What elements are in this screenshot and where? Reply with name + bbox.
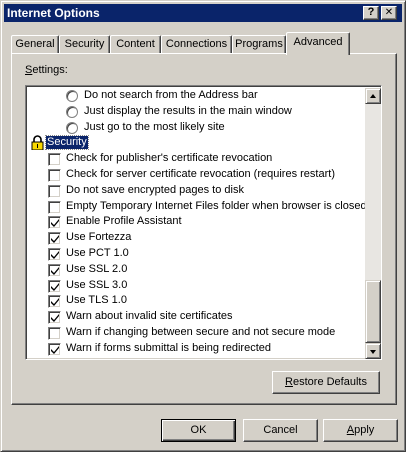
option-label: Empty Temporary Internet Files folder wh… (66, 199, 367, 212)
tab-advanced-label: Advanced (293, 36, 343, 48)
tab-strip: General Security Content Connections Pro… (11, 32, 401, 55)
settings-row[interactable]: Just display the results in the main win… (28, 104, 364, 120)
option-label: Check for publisher's certificate revoca… (66, 152, 273, 165)
settings-row[interactable]: Enable Profile Assistant (28, 214, 364, 230)
option-label: Just display the results in the main win… (84, 104, 292, 117)
option-checkbox[interactable] (48, 216, 61, 230)
arrow-up-icon (370, 94, 376, 98)
option-label: Check for server certificate revocation … (66, 167, 335, 180)
tab-content[interactable]: Content (110, 35, 161, 54)
option-label: Enable Profile Assistant (66, 215, 182, 228)
option-checkbox[interactable] (48, 153, 61, 167)
tab-general[interactable]: General (11, 35, 59, 54)
cancel-button[interactable]: Cancel (243, 419, 318, 442)
close-icon: ✕ (384, 7, 394, 18)
option-label: Warn if changing between secure and not … (66, 325, 336, 338)
tab-general-label: General (15, 38, 55, 50)
checkmark-icon (51, 266, 59, 275)
option-label: Use SSL 2.0 (66, 262, 128, 275)
checkmark-icon (51, 282, 59, 291)
settings-row[interactable]: Warn if forms submittal is being redirec… (28, 341, 364, 357)
ok-button[interactable]: OK (161, 419, 236, 442)
settings-row[interactable]: Warn if changing between secure and not … (28, 325, 364, 341)
tab-security-label: Security (64, 38, 105, 50)
tab-advanced[interactable]: Advanced (286, 32, 350, 55)
checkmark-icon (51, 345, 59, 354)
vertical-scrollbar[interactable] (365, 88, 381, 359)
option-radio[interactable] (66, 121, 78, 134)
apply-button[interactable]: Apply (323, 419, 398, 442)
scroll-down-button[interactable] (365, 343, 381, 359)
option-checkbox[interactable] (48, 232, 61, 246)
help-button[interactable]: ? (363, 6, 379, 20)
settings-row[interactable]: Just go to the most likely site (28, 120, 364, 136)
settings-row[interactable]: Empty Temporary Internet Files folder wh… (28, 199, 367, 215)
restore-defaults-button[interactable]: Restore Defaults (272, 371, 380, 394)
option-label: Use SSL 3.0 (66, 278, 128, 291)
tab-programs-label: Programs (235, 38, 283, 50)
option-label: Warn about invalid site certificates (66, 310, 233, 323)
option-label: Just go to the most likely site (84, 120, 225, 133)
checkmark-icon (51, 219, 59, 228)
option-checkbox[interactable] (48, 168, 61, 182)
option-label: Use Fortezza (66, 231, 132, 244)
option-checkbox[interactable] (48, 326, 61, 340)
option-checkbox[interactable] (48, 311, 61, 325)
settings-row[interactable]: Warn about invalid site certificates (28, 309, 364, 325)
checkmark-icon (51, 235, 59, 244)
close-button[interactable]: ✕ (381, 6, 397, 20)
option-checkbox[interactable] (48, 200, 61, 214)
option-checkbox[interactable] (48, 184, 61, 198)
settings-row[interactable]: Use SSL 2.0 (28, 262, 364, 278)
checkmark-icon (51, 250, 59, 259)
settings-list[interactable]: Do not search from the Address bar Just d… (25, 85, 382, 360)
settings-row[interactable]: Use TLS 1.0 (28, 293, 364, 309)
settings-row[interactable]: Use Fortezza (28, 230, 364, 246)
category-label: Security (45, 135, 89, 151)
checkmark-icon (51, 298, 59, 307)
tab-programs[interactable]: Programs (232, 35, 286, 54)
tab-connections-label: Connections (165, 38, 228, 50)
tab-connections[interactable]: Connections (161, 35, 232, 54)
option-label: Use PCT 1.0 (66, 246, 129, 259)
settings-row[interactable]: Do not save encrypted pages to disk (28, 183, 364, 199)
tab-content-label: Content (116, 38, 155, 50)
option-label: Do not search from the Address bar (84, 89, 258, 101)
option-label: Warn if forms submittal is being redirec… (66, 341, 271, 354)
title-bar: Internet Options ? ✕ (4, 4, 402, 22)
option-radio[interactable] (66, 105, 78, 118)
help-icon: ? (367, 6, 375, 18)
option-checkbox[interactable] (48, 247, 61, 261)
settings-row[interactable]: Use SSL 3.0 (28, 278, 364, 294)
scroll-thumb[interactable] (365, 280, 381, 343)
tab-security[interactable]: Security (59, 35, 110, 54)
option-checkbox[interactable] (48, 295, 61, 309)
settings-rows: Do not search from the Address bar Just d… (28, 88, 367, 357)
settings-row[interactable]: Check for server certificate revocation … (28, 167, 364, 183)
option-label: Use TLS 1.0 (66, 294, 127, 307)
option-checkbox[interactable] (48, 342, 61, 356)
internet-options-dialog: Internet Options ? ✕ General Security Co… (0, 0, 406, 452)
settings-row[interactable]: Check for publisher's certificate revoca… (28, 151, 364, 167)
option-checkbox[interactable] (48, 279, 61, 293)
lock-icon (31, 135, 44, 151)
settings-row[interactable]: Do not search from the Address bar (28, 88, 364, 104)
settings-label: Settings: (25, 64, 68, 76)
scroll-up-button[interactable] (365, 88, 381, 104)
arrow-down-icon (370, 350, 376, 354)
option-radio[interactable] (66, 90, 78, 102)
option-checkbox[interactable] (48, 263, 61, 277)
settings-row[interactable]: Use PCT 1.0 (28, 246, 364, 262)
settings-row[interactable]: Security (28, 135, 364, 151)
window-title: Internet Options (7, 6, 100, 20)
option-label: Do not save encrypted pages to disk (66, 183, 244, 196)
checkmark-icon (51, 314, 59, 323)
